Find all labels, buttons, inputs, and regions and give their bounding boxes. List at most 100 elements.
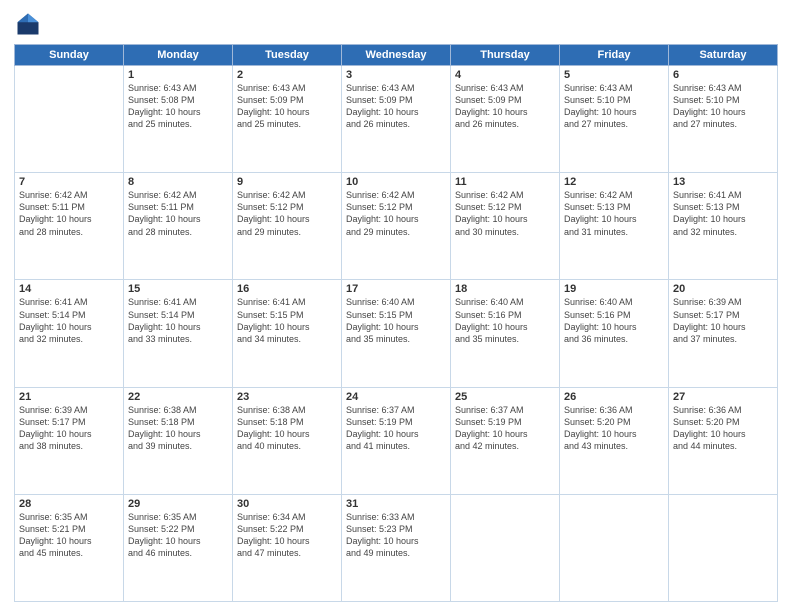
day-info: Sunrise: 6:38 AM Sunset: 5:18 PM Dayligh…: [237, 404, 337, 453]
calendar-cell: 7Sunrise: 6:42 AM Sunset: 5:11 PM Daylig…: [15, 173, 124, 280]
calendar-cell: 20Sunrise: 6:39 AM Sunset: 5:17 PM Dayli…: [669, 280, 778, 387]
day-number: 16: [237, 283, 337, 295]
calendar-cell: 23Sunrise: 6:38 AM Sunset: 5:18 PM Dayli…: [233, 387, 342, 494]
day-info: Sunrise: 6:42 AM Sunset: 5:12 PM Dayligh…: [237, 189, 337, 238]
day-number: 2: [237, 69, 337, 81]
day-info: Sunrise: 6:42 AM Sunset: 5:13 PM Dayligh…: [564, 189, 664, 238]
calendar-cell: [15, 66, 124, 173]
calendar-cell: [669, 494, 778, 601]
day-number: 28: [19, 498, 119, 510]
day-number: 30: [237, 498, 337, 510]
calendar-cell: 6Sunrise: 6:43 AM Sunset: 5:10 PM Daylig…: [669, 66, 778, 173]
calendar-week-row: 21Sunrise: 6:39 AM Sunset: 5:17 PM Dayli…: [15, 387, 778, 494]
day-number: 3: [346, 69, 446, 81]
day-number: 25: [455, 391, 555, 403]
calendar-cell: 27Sunrise: 6:36 AM Sunset: 5:20 PM Dayli…: [669, 387, 778, 494]
day-info: Sunrise: 6:42 AM Sunset: 5:12 PM Dayligh…: [455, 189, 555, 238]
day-info: Sunrise: 6:43 AM Sunset: 5:10 PM Dayligh…: [564, 82, 664, 131]
day-info: Sunrise: 6:43 AM Sunset: 5:09 PM Dayligh…: [237, 82, 337, 131]
day-number: 11: [455, 176, 555, 188]
weekday-header: Thursday: [451, 45, 560, 66]
day-number: 27: [673, 391, 773, 403]
calendar-cell: 18Sunrise: 6:40 AM Sunset: 5:16 PM Dayli…: [451, 280, 560, 387]
calendar-cell: 15Sunrise: 6:41 AM Sunset: 5:14 PM Dayli…: [124, 280, 233, 387]
day-info: Sunrise: 6:42 AM Sunset: 5:12 PM Dayligh…: [346, 189, 446, 238]
weekday-header: Wednesday: [342, 45, 451, 66]
day-info: Sunrise: 6:41 AM Sunset: 5:13 PM Dayligh…: [673, 189, 773, 238]
day-info: Sunrise: 6:37 AM Sunset: 5:19 PM Dayligh…: [455, 404, 555, 453]
calendar-cell: 5Sunrise: 6:43 AM Sunset: 5:10 PM Daylig…: [560, 66, 669, 173]
day-number: 5: [564, 69, 664, 81]
day-number: 23: [237, 391, 337, 403]
weekday-header: Saturday: [669, 45, 778, 66]
day-number: 4: [455, 69, 555, 81]
day-info: Sunrise: 6:33 AM Sunset: 5:23 PM Dayligh…: [346, 511, 446, 560]
day-number: 1: [128, 69, 228, 81]
page: SundayMondayTuesdayWednesdayThursdayFrid…: [0, 0, 792, 612]
calendar-cell: 9Sunrise: 6:42 AM Sunset: 5:12 PM Daylig…: [233, 173, 342, 280]
calendar-cell: 2Sunrise: 6:43 AM Sunset: 5:09 PM Daylig…: [233, 66, 342, 173]
day-number: 8: [128, 176, 228, 188]
calendar-cell: 16Sunrise: 6:41 AM Sunset: 5:15 PM Dayli…: [233, 280, 342, 387]
logo-icon: [14, 10, 42, 38]
calendar-cell: 30Sunrise: 6:34 AM Sunset: 5:22 PM Dayli…: [233, 494, 342, 601]
day-number: 18: [455, 283, 555, 295]
day-number: 29: [128, 498, 228, 510]
day-number: 9: [237, 176, 337, 188]
day-number: 26: [564, 391, 664, 403]
day-info: Sunrise: 6:43 AM Sunset: 5:09 PM Dayligh…: [346, 82, 446, 131]
day-info: Sunrise: 6:41 AM Sunset: 5:15 PM Dayligh…: [237, 296, 337, 345]
day-info: Sunrise: 6:40 AM Sunset: 5:15 PM Dayligh…: [346, 296, 446, 345]
day-info: Sunrise: 6:42 AM Sunset: 5:11 PM Dayligh…: [19, 189, 119, 238]
day-info: Sunrise: 6:38 AM Sunset: 5:18 PM Dayligh…: [128, 404, 228, 453]
day-info: Sunrise: 6:37 AM Sunset: 5:19 PM Dayligh…: [346, 404, 446, 453]
weekday-header-row: SundayMondayTuesdayWednesdayThursdayFrid…: [15, 45, 778, 66]
weekday-header: Friday: [560, 45, 669, 66]
calendar-cell: 12Sunrise: 6:42 AM Sunset: 5:13 PM Dayli…: [560, 173, 669, 280]
calendar-cell: 31Sunrise: 6:33 AM Sunset: 5:23 PM Dayli…: [342, 494, 451, 601]
day-info: Sunrise: 6:43 AM Sunset: 5:10 PM Dayligh…: [673, 82, 773, 131]
day-number: 14: [19, 283, 119, 295]
weekday-header: Monday: [124, 45, 233, 66]
day-info: Sunrise: 6:43 AM Sunset: 5:08 PM Dayligh…: [128, 82, 228, 131]
header: [14, 10, 778, 38]
day-number: 21: [19, 391, 119, 403]
calendar-cell: 21Sunrise: 6:39 AM Sunset: 5:17 PM Dayli…: [15, 387, 124, 494]
day-info: Sunrise: 6:39 AM Sunset: 5:17 PM Dayligh…: [673, 296, 773, 345]
calendar-cell: 1Sunrise: 6:43 AM Sunset: 5:08 PM Daylig…: [124, 66, 233, 173]
calendar-cell: 3Sunrise: 6:43 AM Sunset: 5:09 PM Daylig…: [342, 66, 451, 173]
calendar-cell: 17Sunrise: 6:40 AM Sunset: 5:15 PM Dayli…: [342, 280, 451, 387]
day-number: 15: [128, 283, 228, 295]
day-info: Sunrise: 6:34 AM Sunset: 5:22 PM Dayligh…: [237, 511, 337, 560]
day-number: 31: [346, 498, 446, 510]
day-number: 22: [128, 391, 228, 403]
calendar-week-row: 7Sunrise: 6:42 AM Sunset: 5:11 PM Daylig…: [15, 173, 778, 280]
day-number: 7: [19, 176, 119, 188]
calendar-week-row: 1Sunrise: 6:43 AM Sunset: 5:08 PM Daylig…: [15, 66, 778, 173]
day-number: 17: [346, 283, 446, 295]
day-info: Sunrise: 6:39 AM Sunset: 5:17 PM Dayligh…: [19, 404, 119, 453]
calendar-cell: 13Sunrise: 6:41 AM Sunset: 5:13 PM Dayli…: [669, 173, 778, 280]
day-number: 6: [673, 69, 773, 81]
day-info: Sunrise: 6:42 AM Sunset: 5:11 PM Dayligh…: [128, 189, 228, 238]
day-info: Sunrise: 6:35 AM Sunset: 5:21 PM Dayligh…: [19, 511, 119, 560]
calendar-cell: 4Sunrise: 6:43 AM Sunset: 5:09 PM Daylig…: [451, 66, 560, 173]
weekday-header: Sunday: [15, 45, 124, 66]
calendar-cell: 24Sunrise: 6:37 AM Sunset: 5:19 PM Dayli…: [342, 387, 451, 494]
calendar-cell: 19Sunrise: 6:40 AM Sunset: 5:16 PM Dayli…: [560, 280, 669, 387]
calendar-cell: [451, 494, 560, 601]
logo: [14, 10, 46, 38]
calendar: SundayMondayTuesdayWednesdayThursdayFrid…: [14, 44, 778, 602]
calendar-cell: 29Sunrise: 6:35 AM Sunset: 5:22 PM Dayli…: [124, 494, 233, 601]
day-info: Sunrise: 6:35 AM Sunset: 5:22 PM Dayligh…: [128, 511, 228, 560]
calendar-cell: 28Sunrise: 6:35 AM Sunset: 5:21 PM Dayli…: [15, 494, 124, 601]
calendar-week-row: 14Sunrise: 6:41 AM Sunset: 5:14 PM Dayli…: [15, 280, 778, 387]
calendar-cell: 26Sunrise: 6:36 AM Sunset: 5:20 PM Dayli…: [560, 387, 669, 494]
day-info: Sunrise: 6:40 AM Sunset: 5:16 PM Dayligh…: [564, 296, 664, 345]
day-number: 10: [346, 176, 446, 188]
day-info: Sunrise: 6:40 AM Sunset: 5:16 PM Dayligh…: [455, 296, 555, 345]
day-number: 12: [564, 176, 664, 188]
day-info: Sunrise: 6:36 AM Sunset: 5:20 PM Dayligh…: [673, 404, 773, 453]
calendar-cell: [560, 494, 669, 601]
day-number: 13: [673, 176, 773, 188]
